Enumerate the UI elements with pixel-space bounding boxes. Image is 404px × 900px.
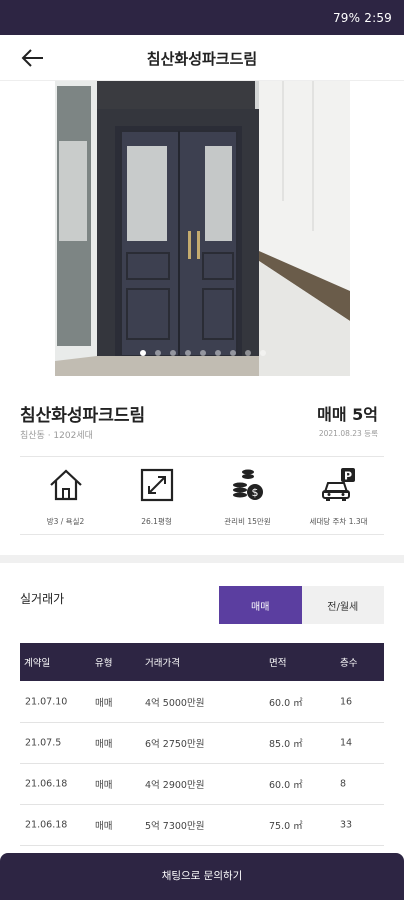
- status-bar: 79% 2:59: [0, 0, 404, 35]
- table-row[interactable]: 21.07.10 매매 4억 5000만원 60.0 ㎡ 16: [20, 682, 384, 723]
- tab-sale[interactable]: 매매: [219, 586, 302, 624]
- cell-floor: 8: [340, 778, 347, 790]
- cell-type: 매매: [95, 739, 113, 750]
- feature-size: 26.1평형: [111, 462, 202, 528]
- cell-type: 매매: [95, 698, 113, 709]
- feature-label: 26.1평형: [141, 517, 172, 526]
- expand-arrows-icon: [140, 468, 173, 502]
- feature-label: 세대당 주차 1.3대: [309, 517, 368, 526]
- carousel-dot[interactable]: [214, 350, 221, 356]
- cell-date: 21.07.5: [25, 737, 62, 749]
- cell-price: 4억 5000만원: [145, 698, 205, 709]
- carousel-dot[interactable]: [139, 350, 146, 356]
- app-bar: 침산화성파크드림: [0, 35, 404, 81]
- table-header: 계약일 유형 거래가격 면적 층수: [20, 643, 384, 681]
- property-price: 매매 5억: [317, 405, 378, 424]
- cell-area: 60.0 ㎡: [269, 698, 303, 709]
- cell-floor: 16: [340, 696, 353, 708]
- feature-label: 방3 / 욕실2: [46, 517, 85, 526]
- divider: [20, 534, 384, 535]
- tab-rent[interactable]: 전/월세: [301, 586, 384, 624]
- carousel-dot[interactable]: [154, 350, 161, 356]
- column-header-price[interactable]: 거래가격: [145, 655, 180, 669]
- page-title: 침산화성파크드림: [146, 50, 258, 68]
- cell-price: 6억 2750만원: [145, 739, 205, 750]
- column-header-type[interactable]: 유형: [95, 655, 112, 669]
- divider: [20, 456, 384, 457]
- feature-rooms: 방3 / 욕실2: [20, 462, 111, 528]
- cell-date: 21.06.18: [25, 778, 68, 790]
- registration-date: 2021.08.23 등록: [318, 429, 378, 438]
- feature-label: 관리비 15만원: [224, 517, 271, 526]
- column-header-floor[interactable]: 층수: [340, 655, 357, 669]
- coins-icon: $: [232, 469, 263, 500]
- carousel-dot[interactable]: [259, 350, 266, 356]
- svg-text:P: P: [343, 470, 351, 483]
- cell-price: 4억 2900만원: [145, 780, 205, 791]
- svg-text:$: $: [251, 486, 258, 499]
- property-subtitle: 침산동 · 1202세대: [20, 431, 93, 441]
- table-row[interactable]: 21.06.18 매매 4억 2900만원 60.0 ㎡ 8: [20, 764, 384, 805]
- section-title: 실거래가: [20, 592, 65, 606]
- carousel-dot[interactable]: [244, 350, 251, 356]
- chat-inquiry-button[interactable]: 채팅으로 문의하기: [0, 853, 404, 900]
- feature-fee: $ 관리비 15만원: [202, 462, 293, 528]
- property-photo: [55, 81, 350, 376]
- cell-type: 매매: [95, 821, 113, 832]
- cell-area: 60.0 ㎡: [269, 780, 303, 791]
- cell-area: 75.0 ㎡: [269, 821, 303, 832]
- transaction-type-toggle: 매매 전/월세: [219, 586, 384, 624]
- cell-price: 5억 7300만원: [145, 821, 205, 832]
- section-separator: [0, 555, 404, 563]
- car-parking-icon: P: [321, 468, 355, 501]
- cell-date: 21.07.10: [25, 696, 68, 708]
- carousel-dot[interactable]: [184, 350, 191, 356]
- column-header-date[interactable]: 계약일: [24, 655, 50, 669]
- house-icon: [49, 469, 82, 501]
- property-features: 방3 / 욕실2 26.1평형 $ 관리비 15만원 P 세대당 주차 1.3대: [20, 462, 384, 528]
- feature-parking: P 세대당 주차 1.3대: [293, 462, 384, 528]
- cell-date: 21.06.18: [25, 819, 68, 831]
- cell-floor: 33: [340, 819, 353, 831]
- cell-type: 매매: [95, 780, 113, 791]
- carousel-dot[interactable]: [199, 350, 206, 356]
- carousel-dot[interactable]: [169, 350, 176, 356]
- column-header-area[interactable]: 면적: [269, 655, 286, 669]
- table-row[interactable]: 21.07.5 매매 6억 2750만원 85.0 ㎡ 14: [20, 723, 384, 764]
- property-photo-carousel[interactable]: [55, 81, 350, 376]
- carousel-dot[interactable]: [229, 350, 236, 356]
- carousel-indicator: [55, 350, 350, 356]
- property-name: 침산화성파크드림: [20, 406, 146, 426]
- cell-floor: 14: [340, 737, 353, 749]
- table-row[interactable]: 21.06.18 매매 5억 7300만원 75.0 ㎡ 33: [20, 805, 384, 846]
- cell-area: 85.0 ㎡: [269, 739, 303, 750]
- status-text: 79% 2:59: [332, 11, 392, 25]
